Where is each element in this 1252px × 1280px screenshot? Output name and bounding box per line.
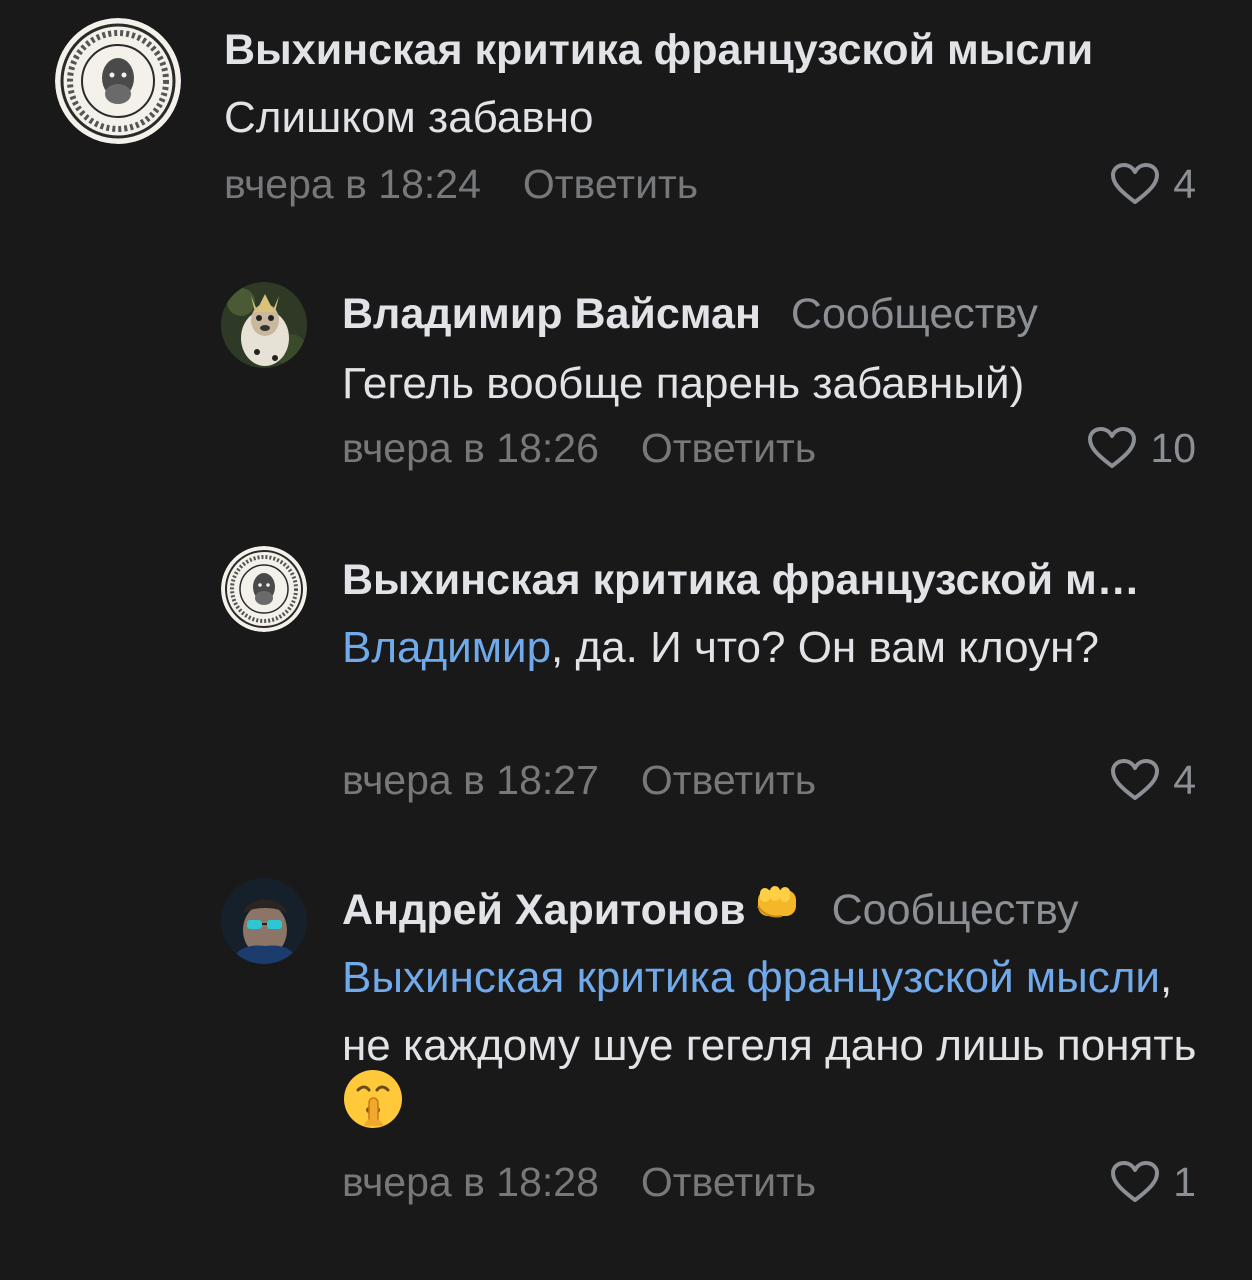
comment-meta: вчера в 18:24 Ответить	[224, 156, 698, 212]
comment-body: Слишком забавно	[224, 93, 594, 142]
shushing-face-emoji-icon	[342, 1068, 404, 1150]
comment-time: вчера в 18:27	[342, 757, 599, 803]
comment: Выхинская критика французской мысли Слиш…	[0, 0, 1252, 240]
like-count: 4	[1173, 161, 1196, 207]
reply-button[interactable]: Ответить	[641, 425, 816, 471]
mention-link[interactable]: Выхинская критика французской мысли	[342, 953, 1160, 1002]
comment-text: Гегель вообще парень забавный)	[342, 350, 1222, 418]
sunglasses-avatar[interactable]	[221, 878, 307, 964]
comment: Андрей Харитонов Сообществу Выхинская кр…	[0, 858, 1252, 1258]
like-button[interactable]: 4	[1109, 156, 1196, 212]
comment-time: вчера в 18:28	[342, 1159, 599, 1205]
reply-button[interactable]: Ответить	[641, 1159, 816, 1205]
community-label: Сообществу	[831, 886, 1079, 934]
comment-author[interactable]: Выхинская критика французской м…	[342, 552, 1202, 608]
heart-icon[interactable]	[1109, 758, 1161, 802]
reply-button[interactable]: Ответить	[523, 161, 698, 207]
comment: Владимир Вайсман Сообществу Гегель вообще…	[0, 260, 1252, 510]
comment-body: , да. И что? Он вам клоун?	[551, 623, 1099, 672]
seal-avatar[interactable]	[55, 18, 181, 144]
fist-emoji-icon	[752, 882, 802, 938]
heart-icon[interactable]	[1086, 426, 1138, 470]
reply-button[interactable]: Ответить	[641, 757, 816, 803]
like-count: 1	[1173, 1159, 1196, 1205]
comment-body: Гегель вообще парень забавный)	[342, 359, 1025, 408]
heart-icon[interactable]	[1109, 162, 1161, 206]
comment-text: Выхинская критика французской мысли, не …	[342, 944, 1212, 1150]
comment-meta: вчера в 18:28 Ответить	[342, 1154, 816, 1210]
mention-link[interactable]: Владимир	[342, 623, 551, 672]
author-name[interactable]: Выхинская критика французской мысли	[224, 26, 1093, 74]
comment-text: Слишком забавно	[224, 84, 1184, 152]
comment-time: вчера в 18:26	[342, 425, 599, 471]
comment-author[interactable]: Выхинская критика французской мысли	[224, 22, 1184, 78]
comment: Выхинская критика французской м… Владими…	[0, 526, 1252, 846]
comment-author[interactable]: Андрей Харитонов Сообществу	[342, 882, 1202, 938]
author-name[interactable]: Владимир Вайсман	[342, 290, 761, 338]
like-count: 4	[1173, 757, 1196, 803]
community-label: Сообществу	[790, 290, 1038, 338]
comment-time: вчера в 18:24	[224, 161, 481, 207]
dog-avatar[interactable]	[221, 282, 307, 368]
like-button[interactable]: 1	[1109, 1154, 1196, 1210]
author-name[interactable]: Выхинская критика французской м…	[342, 556, 1140, 604]
author-name[interactable]: Андрей Харитонов	[342, 886, 746, 934]
comment-author[interactable]: Владимир Вайсман Сообществу	[342, 286, 1202, 342]
like-button[interactable]: 4	[1109, 752, 1196, 808]
heart-icon[interactable]	[1109, 1160, 1161, 1204]
comment-meta: вчера в 18:26 Ответить	[342, 420, 816, 476]
like-count: 10	[1150, 425, 1196, 471]
comment-meta: вчера в 18:27 Ответить	[342, 752, 816, 808]
like-button[interactable]: 10	[1086, 420, 1196, 476]
comment-text: Владимир, да. И что? Он вам клоун?	[342, 614, 1102, 682]
seal-avatar[interactable]	[221, 546, 307, 632]
